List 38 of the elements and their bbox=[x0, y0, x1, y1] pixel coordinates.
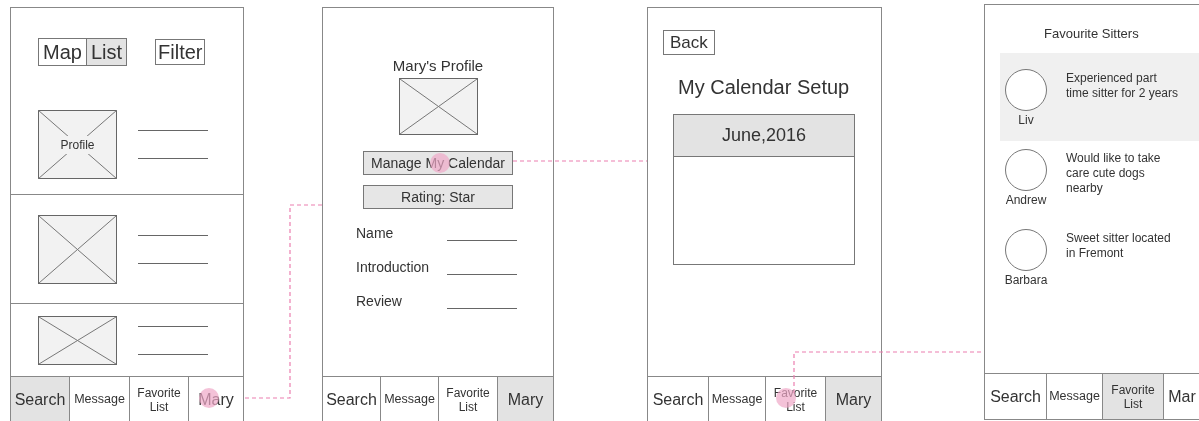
tab[interactable]: Message bbox=[708, 377, 765, 421]
avatar bbox=[1005, 149, 1047, 191]
text-placeholder-line bbox=[138, 234, 208, 236]
text-placeholder-line bbox=[138, 262, 208, 264]
tab[interactable]: Mar bbox=[1163, 374, 1199, 419]
avatar bbox=[1005, 229, 1047, 271]
sitter-name: Andrew bbox=[1005, 193, 1047, 207]
filter-button[interactable]: Filter bbox=[155, 39, 206, 65]
tab[interactable]: Mary bbox=[497, 377, 553, 421]
sitter-description: Experienced part time sitter for 2 years bbox=[1066, 71, 1180, 101]
tab[interactable]: Message bbox=[1046, 374, 1102, 419]
sitter-name: Liv bbox=[1018, 113, 1034, 127]
sitter-row[interactable]: Andrew Would like to take care cute dogs nearby bbox=[1000, 141, 1199, 221]
tab[interactable]: Message bbox=[380, 377, 438, 421]
field-label: Introduction bbox=[356, 259, 431, 275]
tab[interactable]: Search bbox=[11, 377, 69, 421]
calendar-header: June,2016 bbox=[674, 115, 854, 157]
toggle-button[interactable]: List bbox=[85, 39, 127, 65]
field-label: Review bbox=[356, 293, 403, 309]
sitter-description: Would like to take care cute dogs nearby bbox=[1066, 151, 1162, 196]
screen-title: Favourite Sitters bbox=[1043, 25, 1140, 42]
avatar bbox=[1005, 69, 1047, 111]
sitter-name: Barbara bbox=[1004, 273, 1048, 287]
profile-button[interactable]: Rating: Star bbox=[363, 185, 513, 209]
text-placeholder-line bbox=[138, 325, 208, 327]
text-placeholder-line bbox=[138, 158, 208, 159]
back-button[interactable]: Back bbox=[663, 30, 715, 55]
tab[interactable]: Favorite List bbox=[1102, 374, 1163, 419]
sitter-row[interactable]: Liv Experienced part time sitter for 2 years bbox=[1000, 53, 1199, 141]
text-placeholder-line bbox=[138, 353, 208, 355]
sitter-row[interactable]: Barbara Sweet sitter located in Fremont bbox=[1000, 221, 1199, 301]
field-label: Name bbox=[356, 225, 395, 241]
tab[interactable]: Mary bbox=[825, 377, 881, 421]
sitter-description: Sweet sitter located in Fremont bbox=[1066, 231, 1172, 261]
profile-title: Mary's Profile bbox=[392, 57, 484, 75]
screen-title: My Calendar Setup bbox=[678, 75, 851, 99]
profile-button[interactable]: Manage My Calendar bbox=[363, 151, 513, 175]
text-placeholder-line bbox=[138, 130, 208, 131]
